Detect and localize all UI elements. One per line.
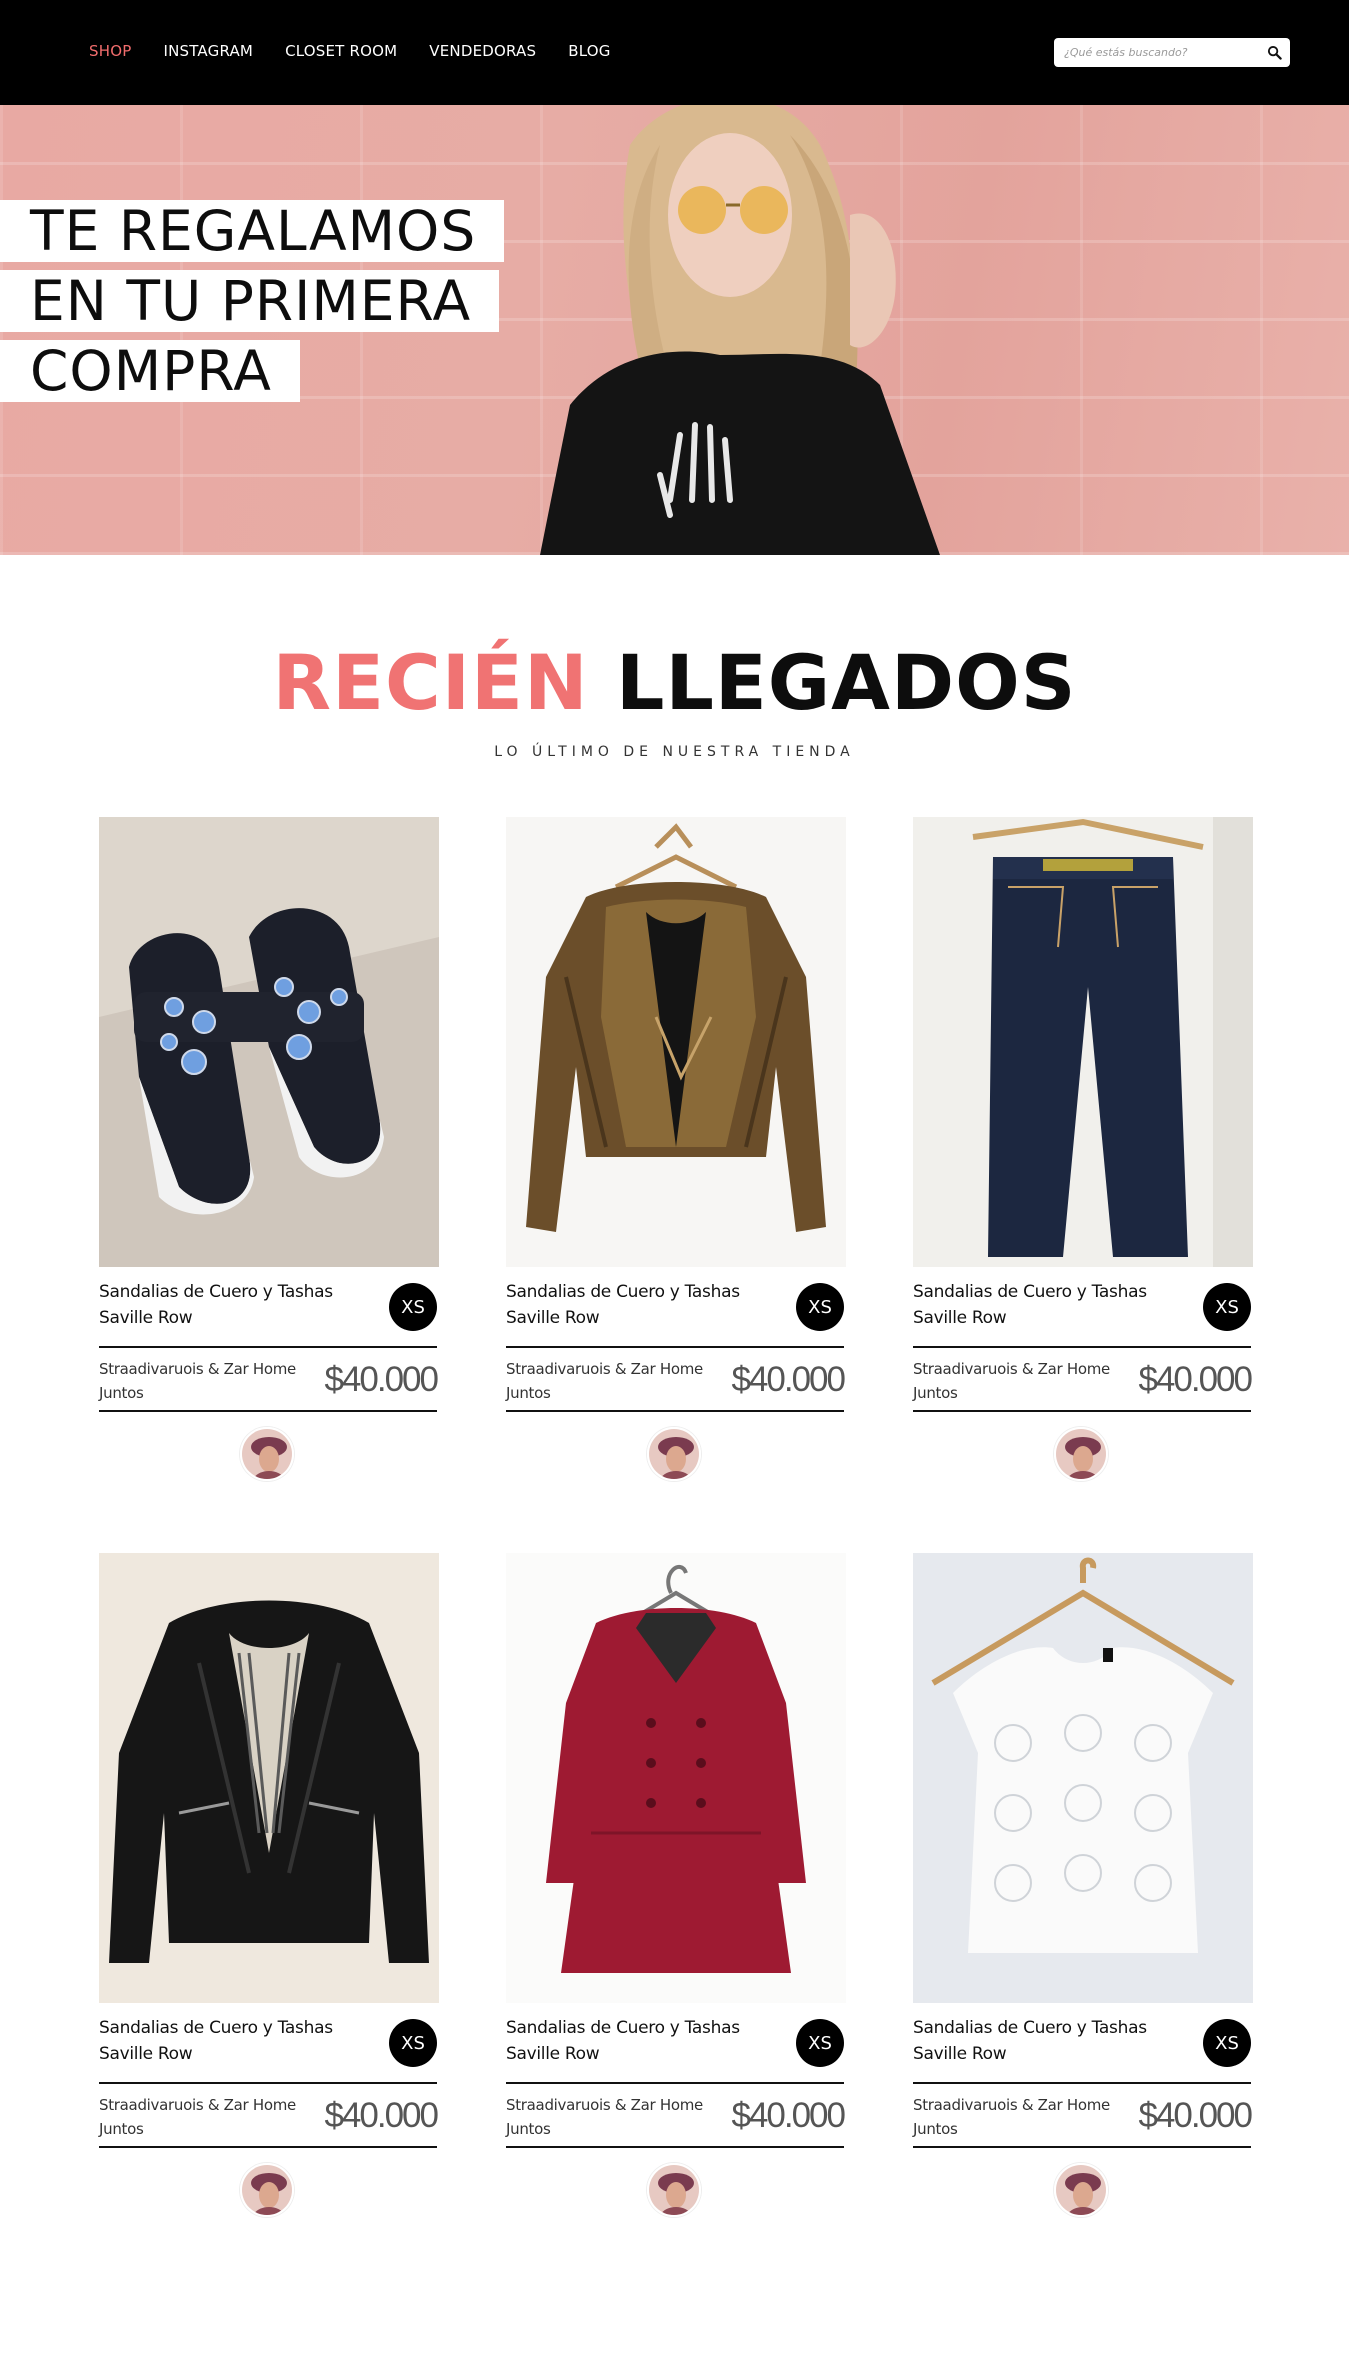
product-card[interactable]: Sandalias de Cuero y Tashas Saville Row … [913,1553,1253,2217]
divider [99,1410,437,1412]
seller-avatar[interactable] [240,1427,294,1481]
divider [913,1410,1251,1412]
seller-name[interactable]: Straadivaruois & Zar Home Juntos [913,1357,1113,1405]
section-title: RECIÉN LLEGADOS [0,640,1349,726]
divider [506,2082,844,2084]
nav-item-shop[interactable]: SHOP [89,42,131,60]
hero-line-3: COMPRA [0,340,300,402]
divider [913,2082,1251,2084]
seller-name[interactable]: Straadivaruois & Zar Home Juntos [99,2093,299,2141]
product-image-white-lace-top[interactable] [913,1553,1253,2003]
product-title[interactable]: Sandalias de Cuero y Tashas Saville Row [506,1279,766,1331]
product-price: $40.000 [324,1360,439,1399]
seller-name[interactable]: Straadivaruois & Zar Home Juntos [506,2093,706,2141]
seller-name[interactable]: Straadivaruois & Zar Home Juntos [99,1357,299,1405]
section-subtitle: LO ÚLTIMO DE NUESTRA TIENDA [494,744,855,760]
size-badge: XS [796,1283,844,1331]
size-badge: XS [389,2019,437,2067]
search-box [1054,38,1290,67]
product-image-black-slip-on-sneakers[interactable] [99,817,439,1267]
seller-avatar[interactable] [1054,1427,1108,1481]
divider [99,2146,437,2148]
product-card[interactable]: Sandalias de Cuero y Tashas Saville Row … [506,1553,846,2217]
product-title[interactable]: Sandalias de Cuero y Tashas Saville Row [99,2015,359,2067]
top-navigation-bar: SHOP INSTAGRAM CLOSET ROOM VENDEDORAS BL… [0,0,1349,105]
seller-avatar[interactable] [240,2163,294,2217]
product-title[interactable]: Sandalias de Cuero y Tashas Saville Row [506,2015,766,2067]
divider [99,2082,437,2084]
section-title-accent: RECIÉN [272,638,589,727]
product-price: $40.000 [324,2096,439,2135]
product-card[interactable]: Sandalias de Cuero y Tashas Saville Row … [99,817,439,1481]
product-title[interactable]: Sandalias de Cuero y Tashas Saville Row [913,1279,1173,1331]
seller-avatar[interactable] [647,2163,701,2217]
divider [99,1346,437,1348]
main-nav: SHOP INSTAGRAM CLOSET ROOM VENDEDORAS BL… [89,42,643,60]
size-badge: XS [1203,2019,1251,2067]
search-icon[interactable] [1267,45,1282,60]
nav-item-closet-room[interactable]: CLOSET ROOM [285,42,397,60]
product-image-black-leather-jacket[interactable] [99,1553,439,2003]
seller-avatar[interactable] [1054,2163,1108,2217]
nav-item-instagram[interactable]: INSTAGRAM [163,42,253,60]
product-price: $40.000 [731,1360,846,1399]
divider [506,1346,844,1348]
hero-model-image [540,105,940,555]
section-title-main: LLEGADOS [616,638,1077,727]
hero-line-1: TE REGALAMOS [0,200,505,262]
product-image-bronze-leather-jacket[interactable] [506,817,846,1267]
seller-avatar[interactable] [647,1427,701,1481]
product-card[interactable]: Sandalias de Cuero y Tashas Saville Row … [99,1553,439,2217]
product-card[interactable]: Sandalias de Cuero y Tashas Saville Row … [506,817,846,1481]
product-image-dark-denim-jeans[interactable] [913,817,1253,1267]
hero-banner[interactable]: TE REGALAMOS EN TU PRIMERA COMPRA [0,105,1349,555]
product-title[interactable]: Sandalias de Cuero y Tashas Saville Row [99,1279,359,1331]
product-card[interactable]: Sandalias de Cuero y Tashas Saville Row … [913,817,1253,1481]
divider [913,1346,1251,1348]
product-price: $40.000 [731,2096,846,2135]
seller-name[interactable]: Straadivaruois & Zar Home Juntos [506,1357,706,1405]
product-price: $40.000 [1138,1360,1253,1399]
size-badge: XS [796,2019,844,2067]
hero-headline: TE REGALAMOS EN TU PRIMERA COMPRA [0,200,505,410]
hero-line-2: EN TU PRIMERA [0,270,500,332]
divider [913,2146,1251,2148]
product-title[interactable]: Sandalias de Cuero y Tashas Saville Row [913,2015,1173,2067]
size-badge: XS [1203,1283,1251,1331]
product-price: $40.000 [1138,2096,1253,2135]
product-image-red-wool-coat[interactable] [506,1553,846,2003]
divider [506,2146,844,2148]
seller-name[interactable]: Straadivaruois & Zar Home Juntos [913,2093,1113,2141]
divider [506,1410,844,1412]
size-badge: XS [389,1283,437,1331]
search-input[interactable] [1054,39,1254,66]
nav-item-vendedoras[interactable]: VENDEDORAS [429,42,536,60]
nav-item-blog[interactable]: BLOG [568,42,610,60]
